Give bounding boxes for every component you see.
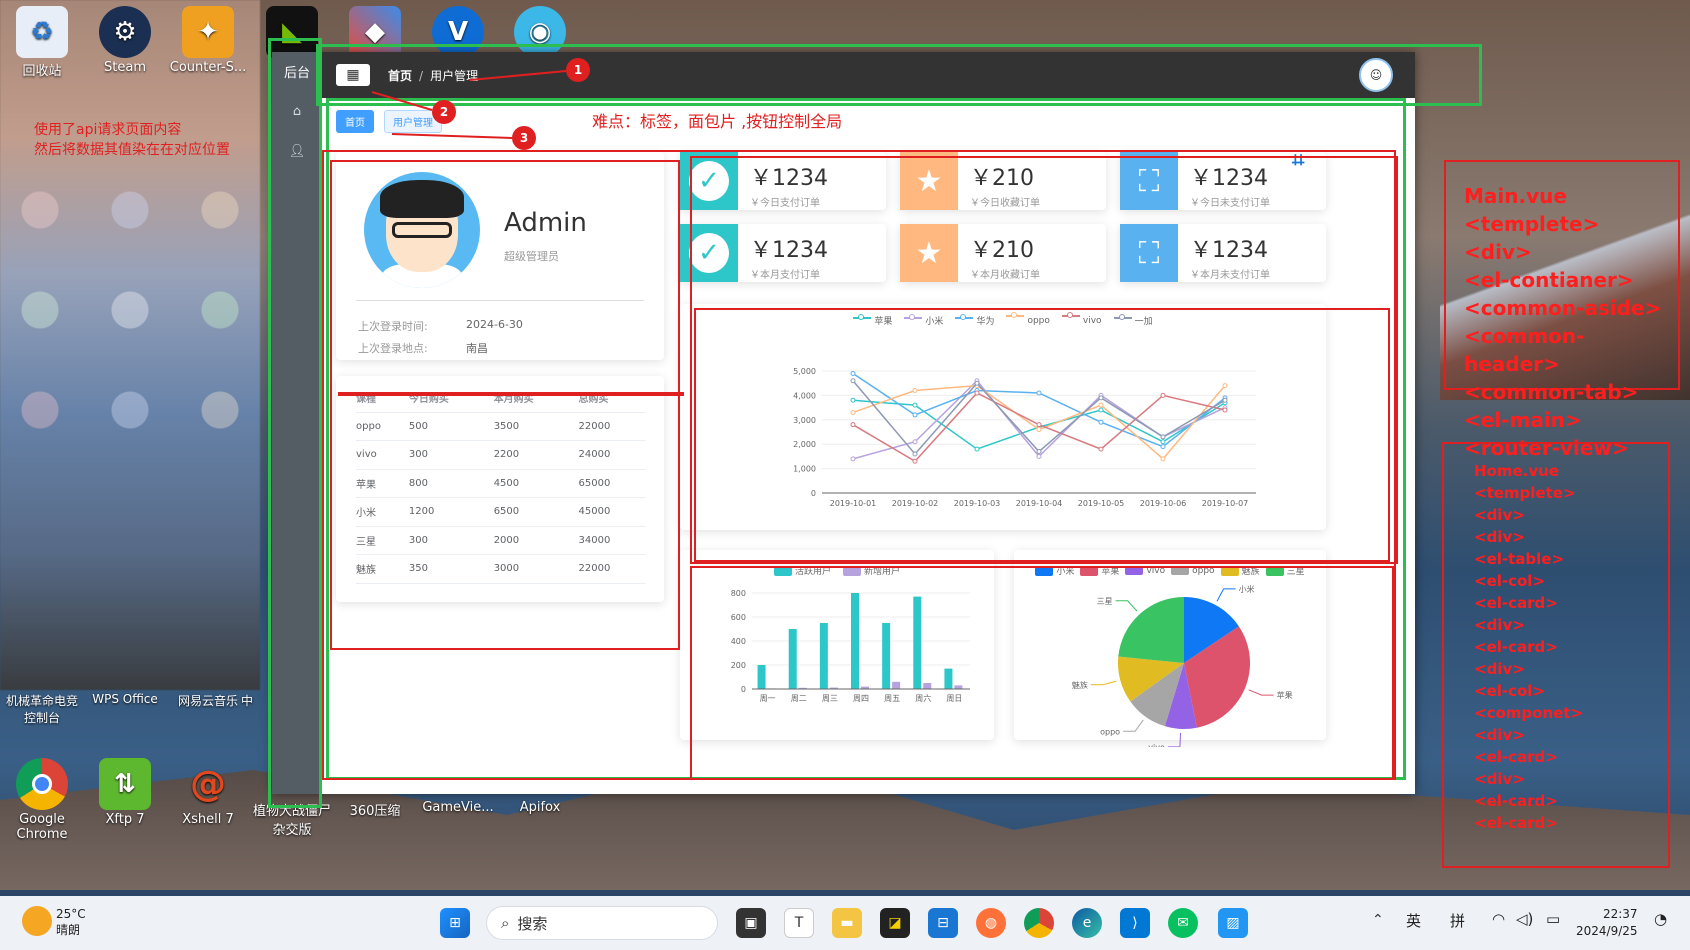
taskbar-search[interactable]: ⌕ 搜索 (486, 906, 718, 940)
code-line: <el-card> (1474, 638, 1558, 656)
code-line: <el-contianer> (1464, 268, 1634, 292)
chrome-taskbar-icon[interactable] (1024, 908, 1054, 938)
clock-time: 22:37 (1602, 907, 1638, 921)
home-vue-structure: Home.vue <templete> <div> <div> <el-table> <… (1442, 442, 1670, 868)
vscode-icon[interactable]: ⟩ (1120, 908, 1150, 938)
code-line: <componet> (1474, 704, 1584, 722)
clock-date: 2024/9/25 (1576, 924, 1638, 938)
search-placeholder: 搜索 (517, 914, 548, 933)
code-line: <div> (1474, 726, 1525, 744)
weather-temp: 25°C (56, 907, 86, 921)
photos-icon[interactable]: ▨ (1218, 908, 1248, 938)
code-line: <el-main> (1464, 408, 1582, 432)
typora-icon[interactable]: T (784, 908, 814, 938)
ime-lang[interactable]: 英 (1406, 910, 1421, 931)
store-icon[interactable]: ⊟ (928, 908, 958, 938)
code-line: <div> (1474, 528, 1525, 546)
code-line: Home.vue (1474, 462, 1559, 480)
code-line: <div> (1464, 240, 1532, 264)
windows-icon: ⊞ (449, 915, 461, 931)
wifi-icon[interactable]: ◠ (1492, 910, 1505, 928)
code-line: <templete> (1464, 212, 1600, 236)
firefox-icon[interactable]: ◍ (976, 908, 1006, 938)
code-line: <div> (1474, 770, 1525, 788)
start-button[interactable]: ⊞ (440, 908, 470, 938)
taskview-icon[interactable]: ▣ (736, 908, 766, 938)
notification-icon[interactable]: ◔ (1654, 910, 1667, 928)
code-line: Main.vue (1464, 184, 1567, 208)
weather-icon (22, 906, 52, 936)
code-line: <templete> (1474, 484, 1576, 502)
wechat-icon[interactable]: ✉ (1168, 908, 1198, 938)
annotation-arrows (371, 70, 567, 139)
file-explorer-icon[interactable]: ▬ (832, 908, 862, 938)
code-line: <common-header> (1464, 324, 1585, 376)
difficulty-note: 难点：标签，面包片 ,按钮控制全局 (592, 112, 843, 131)
code-line: <el-card> (1474, 792, 1558, 810)
code-line: <common-aside> (1464, 296, 1662, 320)
code-line: <div> (1474, 506, 1525, 524)
code-line: <div> (1474, 660, 1525, 678)
weather-desc: 晴朗 (56, 923, 81, 937)
weather-widget[interactable]: 25°C 晴朗 (56, 906, 86, 938)
edge-icon[interactable]: e (1072, 908, 1102, 938)
code-line: <div> (1474, 616, 1525, 634)
code-line: <el-col> (1474, 682, 1546, 700)
main-vue-structure: Main.vue <templete> <div> <el-contianer> <co… (1444, 160, 1680, 460)
taskbar: 25°C 晴朗 ⊞ ⌕ 搜索 ▣ T ▬ ◪ ⊟ ◍ e ⟩ ✉ ▨ ⌃ 英 拼 … (0, 896, 1690, 950)
code-line: <common-tab> (1464, 380, 1639, 404)
code-line: <el-col> (1474, 572, 1546, 590)
code-line: <el-card> (1474, 594, 1558, 612)
clock[interactable]: 22:37 2024/9/25 (1576, 906, 1638, 940)
code-line: <el-card> (1474, 814, 1558, 832)
sticky-notes-icon[interactable]: ◪ (880, 908, 910, 938)
battery-icon[interactable]: ▭ (1546, 910, 1560, 928)
volume-icon[interactable]: ◁) (1516, 910, 1533, 928)
code-line: <el-card> (1474, 748, 1558, 766)
code-line: <el-table> (1474, 550, 1565, 568)
tray-chevron-icon[interactable]: ⌃ (1372, 912, 1384, 928)
ime-mode[interactable]: 拼 (1450, 910, 1465, 931)
search-icon: ⌕ (501, 914, 510, 932)
